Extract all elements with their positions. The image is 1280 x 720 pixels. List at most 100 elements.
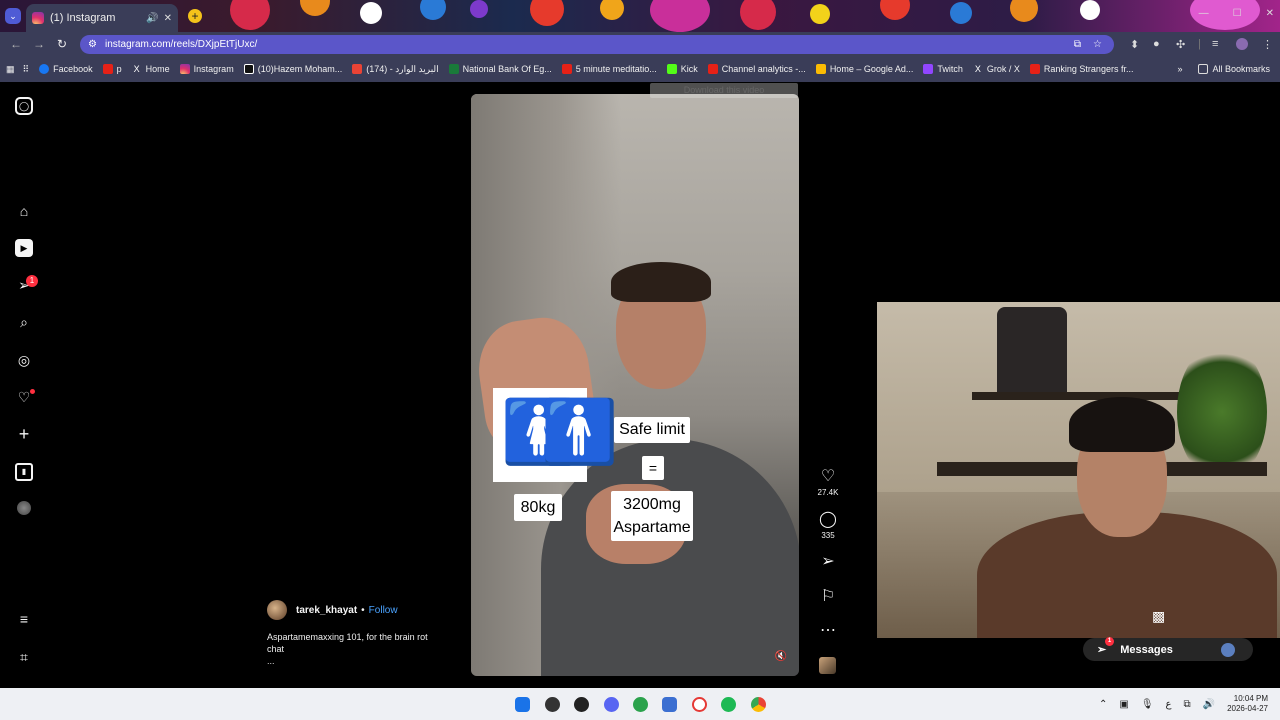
webcam-plant bbox=[1177, 342, 1267, 482]
tab-search-button[interactable]: ⌄ bbox=[5, 8, 21, 24]
home-icon[interactable]: ⌂ bbox=[15, 202, 33, 220]
messages-avatar bbox=[1221, 643, 1235, 657]
tray-chevron-icon[interactable]: ⌃ bbox=[1099, 699, 1107, 710]
new-tab-button[interactable]: + bbox=[188, 9, 202, 23]
comment-count: 335 bbox=[821, 531, 835, 540]
author-avatar[interactable] bbox=[267, 600, 287, 620]
extension-icon[interactable]: ⬍ bbox=[1130, 38, 1139, 51]
minimize-icon[interactable]: — bbox=[1199, 8, 1209, 19]
extensions-puzzle-icon[interactable]: ✣ bbox=[1176, 38, 1185, 51]
apps-grid-icon[interactable]: ▦ bbox=[6, 64, 15, 75]
menu-icon[interactable]: ≡ bbox=[15, 610, 33, 628]
save-button[interactable]: ⚐ bbox=[816, 588, 840, 606]
app-icon[interactable] bbox=[692, 697, 707, 712]
explore-icon[interactable]: ◎ bbox=[15, 351, 33, 369]
bookmark-google-ads[interactable]: Home – Google Ad... bbox=[815, 64, 913, 74]
apps-icon[interactable]: ⠿ bbox=[23, 64, 30, 75]
bookmark-facebook[interactable]: Facebook bbox=[39, 64, 93, 74]
discord-icon[interactable] bbox=[604, 697, 619, 712]
clock-date: 2026-04-27 bbox=[1227, 704, 1268, 713]
bookmark-meditation[interactable]: 5 minute meditatio... bbox=[561, 64, 657, 74]
search-icon[interactable]: ⌕ bbox=[15, 313, 33, 331]
audio-thumbnail[interactable] bbox=[819, 657, 836, 674]
messenger-icon: ➢ 1 bbox=[1097, 637, 1114, 656]
browser-menu-icon[interactable]: ⋮ bbox=[1262, 38, 1273, 51]
edge-icon[interactable] bbox=[633, 697, 648, 712]
microphone-icon[interactable]: 🎙 bbox=[1141, 699, 1154, 710]
weight-label: 80kg bbox=[514, 494, 562, 521]
messages-label: Messages bbox=[1120, 643, 1173, 656]
forward-icon[interactable]: → bbox=[33, 37, 45, 51]
divider: | bbox=[1198, 38, 1201, 50]
messages-button[interactable]: ➢ 1 Messages bbox=[1083, 637, 1253, 661]
github-icon[interactable] bbox=[574, 697, 589, 712]
speaker-icon[interactable]: 🔊 bbox=[146, 13, 158, 24]
profile-avatar-icon[interactable] bbox=[1236, 38, 1248, 50]
mute-icon[interactable]: 🔇 bbox=[775, 651, 787, 662]
bookmark-grok[interactable]: X Grok / X bbox=[973, 64, 1020, 74]
bookmark-instagram[interactable]: Instagram bbox=[179, 64, 234, 74]
keyboard-language[interactable]: ع bbox=[1166, 699, 1172, 710]
profile-circle-icon[interactable]: ● bbox=[1153, 38, 1160, 50]
close-tab-icon[interactable]: ✕ bbox=[164, 13, 172, 24]
webcam-shelf bbox=[972, 392, 1192, 400]
obs-icon[interactable] bbox=[545, 697, 560, 712]
volume-icon[interactable]: 🔊 bbox=[1203, 699, 1215, 710]
reload-icon[interactable]: ↻ bbox=[57, 37, 67, 51]
video-person-hair bbox=[611, 262, 711, 302]
ellipsis-icon: ⋯ bbox=[820, 622, 836, 639]
bookmark-p[interactable]: p bbox=[102, 64, 122, 74]
substance-text: Aspartame bbox=[613, 519, 691, 536]
tray-app-icon[interactable]: ▣ bbox=[1119, 699, 1128, 710]
all-bookmarks-folder[interactable]: All Bookmarks bbox=[1198, 64, 1270, 74]
bookmark-gmail[interactable]: (174) - البريد الوارد bbox=[352, 64, 439, 75]
create-icon[interactable]: + bbox=[15, 425, 33, 443]
heart-icon: ♡ bbox=[820, 468, 836, 485]
equals-label: = bbox=[642, 456, 664, 480]
files-icon[interactable] bbox=[662, 697, 677, 712]
profile-avatar[interactable] bbox=[17, 501, 31, 515]
site-info-icon[interactable]: ⚙ bbox=[88, 39, 97, 50]
follow-button[interactable]: Follow bbox=[369, 605, 398, 616]
bookmark-nbe[interactable]: National Bank Of Eg... bbox=[448, 64, 552, 74]
browser-tab[interactable]: (1) Instagram 🔊 ✕ bbox=[26, 4, 178, 32]
bookmark-star-icon[interactable]: ☆ bbox=[1093, 39, 1102, 50]
bookmark-kick[interactable]: Kick bbox=[666, 64, 698, 74]
instagram-sidebar: ◯ ⌂ ▶ ➢ 1 ⌕ ◎ ♡ + ▮ ≡ ⌗ bbox=[0, 82, 48, 688]
more-options-button[interactable]: ⋯ bbox=[816, 622, 840, 640]
browser-toolbar: ← → ↻ ⚙ instagram.com/reels/DXjpEtTjUxc/… bbox=[0, 32, 1280, 56]
back-icon[interactable]: ← bbox=[10, 37, 22, 51]
more-bookmarks-icon[interactable]: » bbox=[1177, 64, 1182, 74]
bookmark-ranking-strangers[interactable]: Ranking Strangers fr... bbox=[1029, 64, 1133, 74]
safe-limit-label: Safe limit bbox=[614, 417, 690, 443]
close-window-icon[interactable]: ✕ bbox=[1266, 8, 1274, 19]
like-button[interactable]: ♡ 27.4K bbox=[816, 468, 840, 497]
share-button[interactable]: ➢ bbox=[816, 553, 840, 571]
bookmark-twitch[interactable]: Twitch bbox=[923, 64, 963, 74]
download-video-overlay[interactable]: Download this video bbox=[650, 83, 798, 98]
chrome-icon[interactable] bbox=[751, 697, 766, 712]
bookmarks-bar: ▦ ⠿ Facebook p X Home Instagram (10)Hazem… bbox=[0, 56, 1280, 82]
spotify-icon[interactable] bbox=[721, 697, 736, 712]
threads-icon[interactable]: ⌗ bbox=[15, 648, 33, 666]
reel-video[interactable]: 🚺 🚹 80kg Safe limit = 3200mg Aspartame 🔇 bbox=[471, 94, 799, 676]
address-bar[interactable]: ⚙ instagram.com/reels/DXjpEtTjUxc/ ⧉ ☆ bbox=[80, 35, 1114, 54]
author-username[interactable]: tarek_khayat bbox=[296, 605, 357, 616]
reading-list-icon[interactable]: ≡ bbox=[1212, 38, 1218, 50]
maximize-icon[interactable]: ☐ bbox=[1233, 8, 1242, 19]
comment-button[interactable]: ◯ 335 bbox=[816, 511, 840, 540]
bookmark-x-home[interactable]: X Home bbox=[132, 64, 170, 74]
system-tray: ⌃ ▣ 🎙 ع ⧉ 🔊 10:04 PM 2026-04-27 bbox=[1099, 688, 1280, 720]
webcam-person-hair bbox=[1069, 397, 1175, 452]
caption-more[interactable]: ... bbox=[267, 656, 275, 666]
dashboard-icon[interactable]: ▮ bbox=[15, 463, 33, 481]
bookmark-channel-analytics[interactable]: Channel analytics -... bbox=[707, 64, 806, 74]
windows-start-icon[interactable] bbox=[515, 697, 530, 712]
reels-icon[interactable]: ▶ bbox=[15, 239, 33, 257]
clock[interactable]: 10:04 PM 2026-04-27 bbox=[1227, 694, 1268, 714]
instagram-logo-icon[interactable]: ◯ bbox=[15, 97, 33, 115]
network-icon[interactable]: ⧉ bbox=[1183, 699, 1190, 710]
tab-title: (1) Instagram bbox=[50, 12, 116, 24]
bookmark-tiktok[interactable]: (10)Hazem Moham... bbox=[243, 64, 342, 74]
install-app-icon[interactable]: ⧉ bbox=[1074, 39, 1081, 50]
